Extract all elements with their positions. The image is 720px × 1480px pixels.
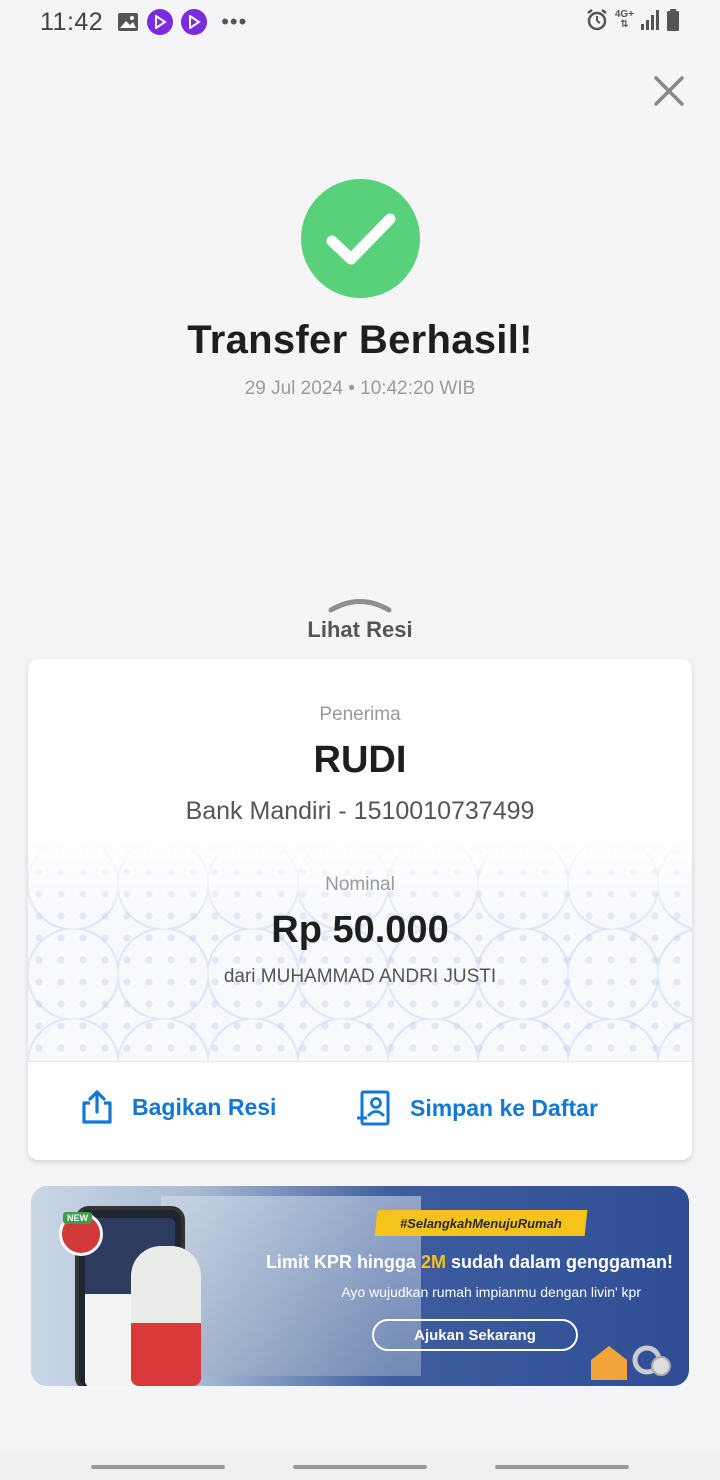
promo-banner[interactable]: NEW #SelangkahMenujuRumah Limit KPR hing…	[31, 1186, 689, 1386]
sender-name: dari MUHAMMAD ANDRI JUSTI	[223, 966, 497, 987]
receipt-card: Penerima RUDI Bank Mandiri - 15100107374…	[28, 659, 692, 1160]
play-app-icon	[181, 9, 208, 35]
banner-person-image	[131, 1246, 201, 1386]
house-keys-icon	[591, 1345, 671, 1380]
save-to-list-label[interactable]: Simpan ke Daftar	[410, 1095, 598, 1122]
chevron-up-icon[interactable]	[328, 595, 392, 613]
alarm-icon	[587, 9, 607, 31]
battery-icon	[667, 9, 679, 31]
more-dots-icon: •••	[221, 9, 248, 34]
close-icon[interactable]	[652, 74, 686, 108]
save-to-list-button[interactable]: Simpan ke Daftar	[356, 1089, 598, 1127]
recipient-bank-account: Bank Mandiri - 1510010737499	[185, 797, 535, 825]
banner-subtitle: Ayo wujudkan rumah impianmu dengan livin…	[341, 1284, 641, 1300]
status-time: 11:42	[40, 7, 104, 36]
recipient-label: Penerima	[319, 704, 401, 725]
page-title: Transfer Berhasil!	[187, 318, 533, 362]
status-bar: 11:42 ••• 4G+ ⇅	[0, 0, 720, 44]
divider	[28, 1061, 692, 1062]
recipient-name: RUDI	[313, 739, 407, 781]
banner-headline: Limit KPR hingga 2M sudah dalam genggama…	[265, 1252, 673, 1272]
nav-recents-handle[interactable]	[495, 1465, 629, 1469]
share-receipt-button[interactable]: Bagikan Resi	[80, 1089, 276, 1125]
image-icon	[118, 13, 139, 31]
lihat-resi-toggle[interactable]: Lihat Resi	[0, 595, 720, 643]
share-receipt-label[interactable]: Bagikan Resi	[132, 1094, 276, 1121]
share-icon	[82, 1090, 112, 1124]
add-contact-icon	[357, 1090, 390, 1126]
nav-back-handle[interactable]	[91, 1465, 225, 1469]
nav-home-handle[interactable]	[293, 1465, 427, 1469]
transfer-amount: Rp 50.000	[271, 909, 449, 951]
network-type: 4G+ ⇅	[614, 9, 634, 30]
banner-hashtag: #SelangkahMenujuRumah	[374, 1210, 588, 1236]
success-check-icon	[301, 179, 420, 298]
apply-now-button[interactable]: Ajukan Sekarang	[372, 1319, 578, 1351]
play-app-icon	[147, 9, 174, 35]
new-badge: NEW	[63, 1212, 92, 1224]
transfer-datetime: 29 Jul 2024 • 10:42:20 WIB	[244, 378, 476, 399]
lihat-resi-label[interactable]: Lihat Resi	[0, 617, 720, 643]
signal-icon	[641, 10, 659, 30]
amount-label: Nominal	[325, 874, 395, 895]
system-nav-bar	[0, 1452, 720, 1480]
